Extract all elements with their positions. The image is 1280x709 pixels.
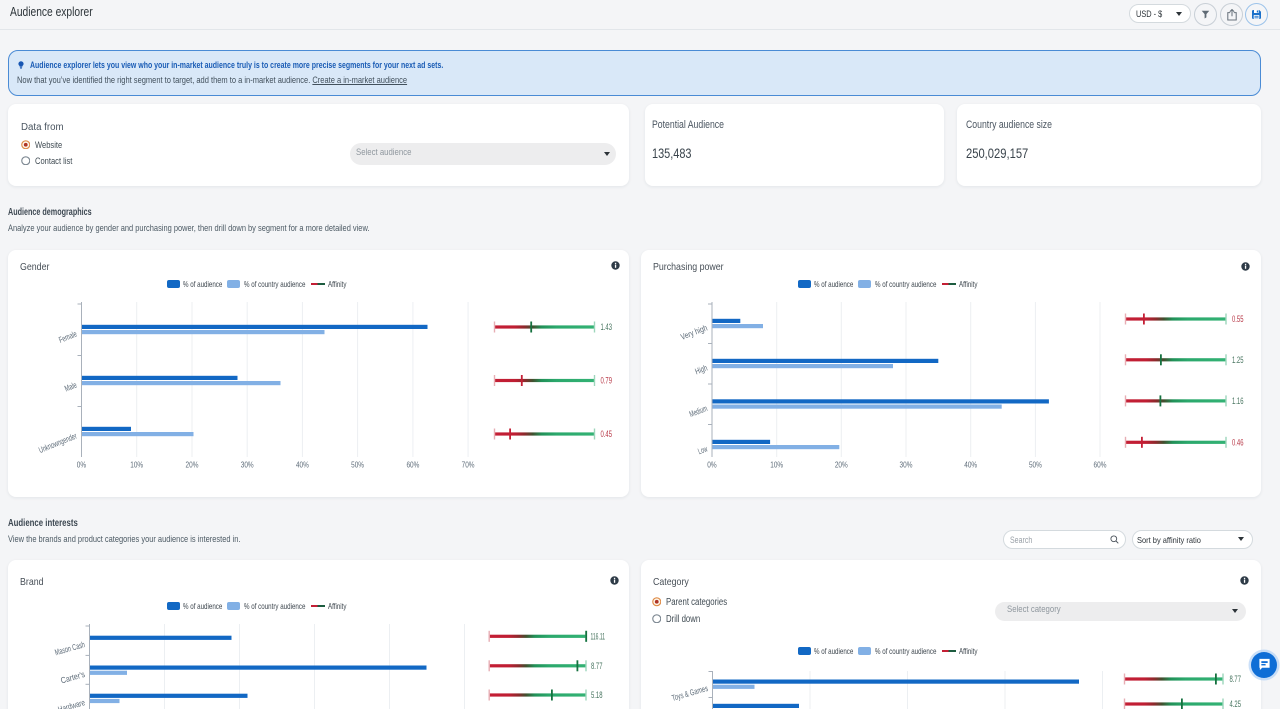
svg-text:40%: 40% [296, 460, 309, 470]
svg-text:Unknowngender: Unknowngender [37, 431, 78, 455]
svg-text:0.46: 0.46 [1232, 438, 1244, 449]
svg-text:Toys & Games: Toys & Games [671, 683, 710, 703]
svg-text:0.79: 0.79 [601, 376, 613, 387]
svg-text:Female: Female [57, 329, 78, 345]
svg-text:1.43: 1.43 [601, 322, 613, 333]
svg-text:4.25: 4.25 [1230, 699, 1242, 709]
svg-text:60%: 60% [1094, 460, 1107, 470]
svg-text:8.77: 8.77 [591, 661, 603, 672]
svg-text:10%: 10% [770, 460, 783, 470]
svg-text:30%: 30% [241, 460, 254, 470]
svg-text:1.16: 1.16 [1232, 396, 1244, 407]
svg-text:5.18: 5.18 [591, 690, 603, 701]
svg-text:10%: 10% [130, 460, 143, 470]
svg-text:70%: 70% [462, 460, 475, 470]
svg-text:High: High [694, 362, 709, 376]
svg-text:60%: 60% [406, 460, 419, 470]
svg-text:116.11: 116.11 [591, 632, 606, 643]
svg-text:20%: 20% [186, 460, 199, 470]
svg-text:Restoration Hardware: Restoration Hardware [24, 697, 87, 709]
svg-text:40%: 40% [964, 460, 977, 470]
svg-text:20%: 20% [835, 460, 848, 470]
svg-text:Very high: Very high [679, 322, 709, 341]
svg-text:30%: 30% [900, 460, 913, 470]
svg-text:50%: 50% [1029, 460, 1042, 470]
svg-text:0.45: 0.45 [601, 429, 613, 440]
svg-text:0%: 0% [77, 460, 87, 470]
svg-text:1.25: 1.25 [1232, 355, 1244, 366]
svg-text:50%: 50% [351, 460, 364, 470]
svg-text:Low: Low [696, 443, 709, 456]
svg-text:0.55: 0.55 [1232, 314, 1244, 325]
svg-text:8.77: 8.77 [1230, 674, 1242, 685]
svg-text:0%: 0% [707, 460, 717, 470]
svg-text:Medium: Medium [688, 403, 709, 419]
svg-text:Carter's: Carter's [59, 669, 86, 685]
svg-text:Male: Male [63, 380, 78, 394]
svg-text:Mason Cash: Mason Cash [53, 639, 86, 657]
